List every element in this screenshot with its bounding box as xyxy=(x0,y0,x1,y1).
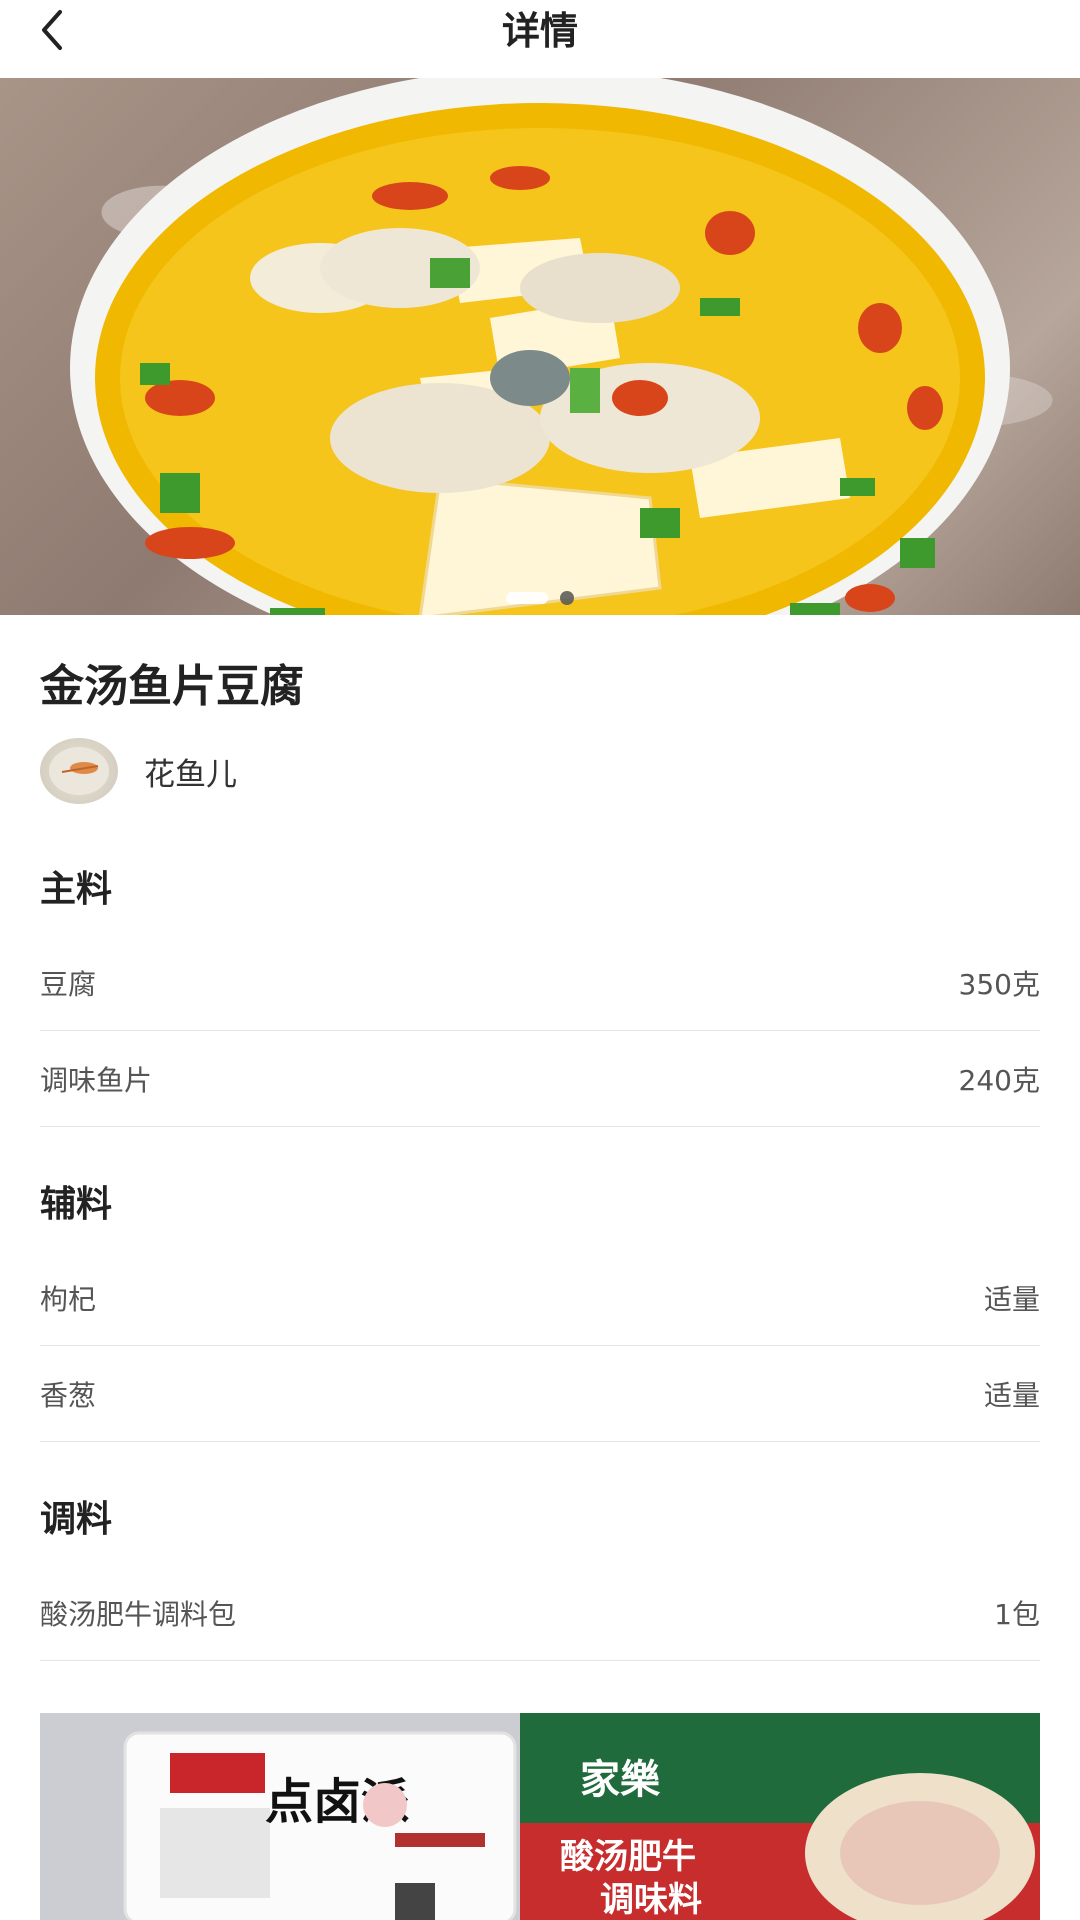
package-line2-text: 调味料 xyxy=(600,1880,702,1920)
author-avatar-image xyxy=(49,747,109,795)
package-line1-text: 酸汤肥牛 xyxy=(560,1837,696,1877)
top-bar: 详情 xyxy=(0,0,1080,78)
ingredient-name: 调味鱼片 xyxy=(40,1063,153,1097)
carousel-indicator xyxy=(0,587,1080,606)
ingredient-row: 豆腐 350克 xyxy=(40,935,1040,1031)
ingredient-amount: 1包 xyxy=(994,1597,1040,1631)
section-title-auxiliary: 辅料 xyxy=(40,1184,113,1225)
carousel-dot-active[interactable] xyxy=(506,591,548,604)
ingredient-row: 枸杞 适量 xyxy=(40,1250,1040,1346)
ingredient-row: 调味鱼片 240克 xyxy=(40,1031,1040,1127)
ingredient-name: 酸汤肥牛调料包 xyxy=(40,1597,237,1631)
recipe-image-carousel[interactable] xyxy=(0,78,1080,615)
ingredient-amount: 适量 xyxy=(983,1378,1040,1412)
ingredient-row: 酸汤肥牛调料包 1包 xyxy=(40,1565,1040,1661)
fish-tofu-soup-photo xyxy=(70,78,1010,615)
product-packages-image: 点卤派 家樂 酸汤肥牛 调味料 xyxy=(40,1713,1040,1920)
section-title-seasoning: 调料 xyxy=(40,1499,113,1540)
author-info[interactable]: 花鱼儿 xyxy=(40,738,237,804)
ingredient-row: 香葱 适量 xyxy=(40,1346,1040,1442)
ingredient-amount: 350克 xyxy=(958,967,1040,1001)
section-title-main: 主料 xyxy=(40,869,113,910)
ingredients-photo[interactable]: 点卤派 家樂 酸汤肥牛 调味料 xyxy=(40,1713,1040,1920)
carousel-dot[interactable] xyxy=(560,590,574,605)
avatar[interactable] xyxy=(40,738,118,804)
page-title: 详情 xyxy=(501,9,578,53)
ingredient-name: 豆腐 xyxy=(40,967,97,1001)
ingredient-amount: 适量 xyxy=(983,1282,1040,1316)
package-brand-text: 家樂 xyxy=(580,1757,661,1803)
author-name: 花鱼儿 xyxy=(144,756,237,793)
ingredient-amount: 240克 xyxy=(958,1063,1040,1097)
ingredient-name: 香葱 xyxy=(40,1378,97,1412)
recipe-title: 金汤鱼片豆腐 xyxy=(40,661,304,712)
ingredient-name: 枸杞 xyxy=(40,1282,97,1316)
